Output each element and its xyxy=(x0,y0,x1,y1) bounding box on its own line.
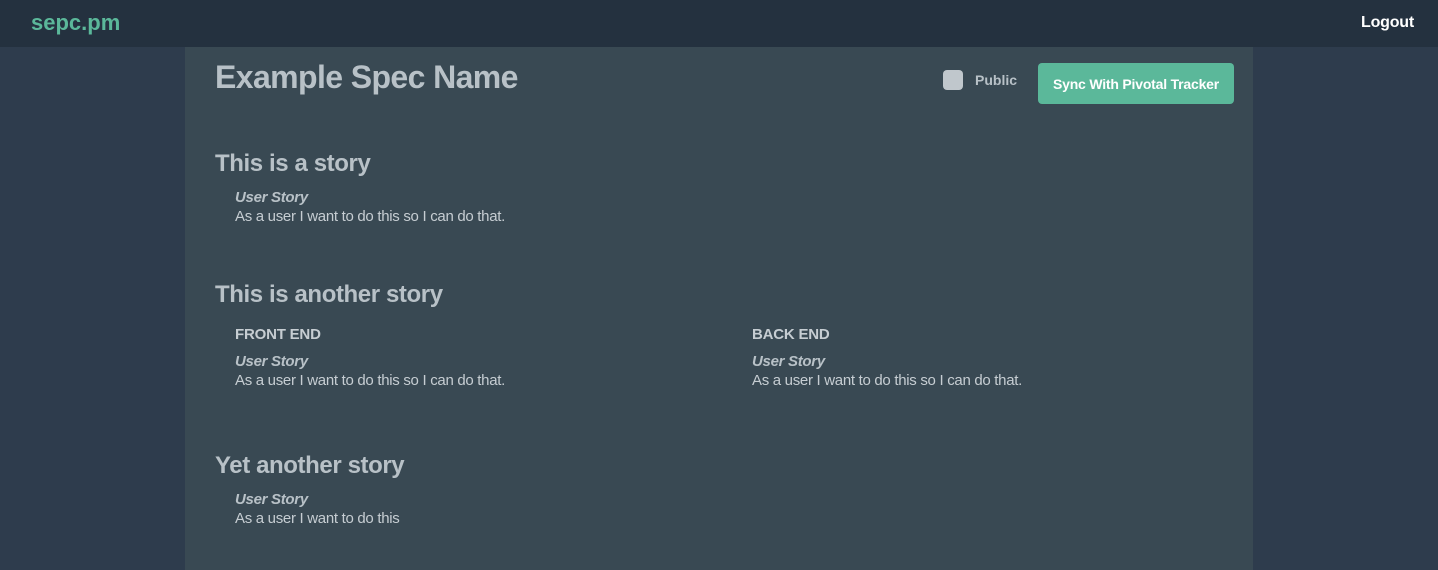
story-column-back-end: BACK END User Story As a user I want to … xyxy=(752,326,1022,391)
spec-title: Example Spec Name xyxy=(215,59,518,95)
story-title: This is another story xyxy=(215,281,443,308)
logout-link[interactable]: Logout xyxy=(1361,14,1414,32)
story-columns: FRONT END User Story As a user I want to… xyxy=(235,326,1223,396)
user-story-text: As a user I want to do this so I can do … xyxy=(235,372,505,389)
story-section: This is a story User Story As a user I w… xyxy=(215,150,1223,227)
column-header: FRONT END xyxy=(235,326,321,343)
public-toggle[interactable]: Public xyxy=(943,70,1017,90)
top-navbar: sepc.pm Logout xyxy=(0,0,1438,47)
story-body: User Story As a user I want to do this s… xyxy=(235,188,1223,227)
sync-pivotal-tracker-button[interactable]: Sync With Pivotal Tracker xyxy=(1038,63,1234,104)
user-story-text: As a user I want to do this xyxy=(235,510,400,527)
user-story-label: User Story xyxy=(752,353,825,370)
brand-logo-link[interactable]: sepc.pm xyxy=(31,10,120,36)
column-header: BACK END xyxy=(752,326,830,343)
story-section: This is another story FRONT END User Sto… xyxy=(215,281,1223,396)
story-column-front-end: FRONT END User Story As a user I want to… xyxy=(235,326,505,391)
story-title: This is a story xyxy=(215,150,371,177)
user-story-text: As a user I want to do this so I can do … xyxy=(235,208,505,225)
story-body: User Story As a user I want to do this xyxy=(235,490,1223,529)
spec-content-panel: Example Spec Name Public Sync With Pivot… xyxy=(185,47,1253,570)
story-title: Yet another story xyxy=(215,452,405,479)
story-section: Yet another story User Story As a user I… xyxy=(215,452,1223,529)
public-checkbox[interactable] xyxy=(943,70,963,90)
user-story-label: User Story xyxy=(235,353,308,370)
user-story-label: User Story xyxy=(235,491,308,508)
user-story-text: As a user I want to do this so I can do … xyxy=(752,372,1022,389)
public-label: Public xyxy=(975,72,1018,88)
user-story-label: User Story xyxy=(235,189,308,206)
